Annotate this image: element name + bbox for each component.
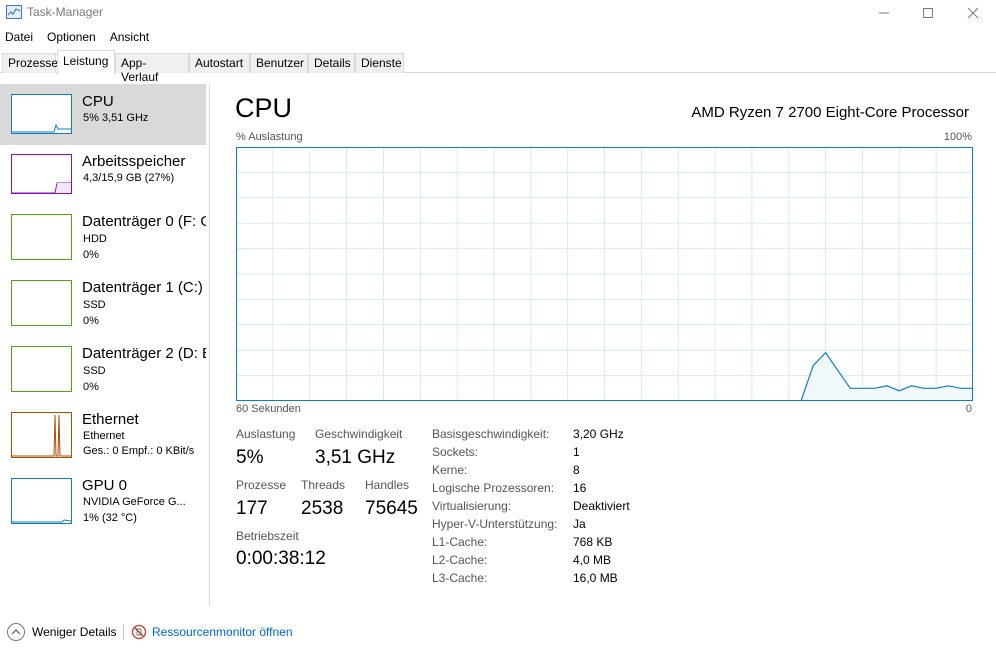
sidebar-item-detail: 5% 3,51 GHz bbox=[83, 112, 149, 124]
processes-label: Prozesse bbox=[236, 478, 287, 492]
spec-label: L2-Cache: bbox=[432, 553, 488, 567]
window-title: Task-Manager bbox=[27, 5, 104, 19]
menu-ansicht[interactable]: Ansicht bbox=[105, 28, 154, 48]
disk-mini-graph bbox=[11, 214, 72, 260]
sidebar-item-title: CPU bbox=[82, 93, 114, 110]
tab-prozesse[interactable]: Prozesse bbox=[2, 53, 58, 73]
spec-value: 1 bbox=[573, 445, 580, 459]
footer: Weniger Details Ressourcenmonitor öffnen bbox=[0, 618, 996, 648]
spec-label: Hyper-V-Unterstützung: bbox=[432, 517, 558, 531]
gpu-mini-graph bbox=[11, 478, 72, 524]
chevron-up-icon bbox=[11, 629, 21, 635]
sidebar-item-title: Ethernet bbox=[82, 411, 139, 428]
sidebar-item-gpu[interactable]: GPU 0 NVIDIA GeForce G... 1% (32 °C) bbox=[0, 472, 206, 533]
spec-value: 16,0 MB bbox=[573, 571, 618, 585]
processor-name: AMD Ryzen 7 2700 Eight-Core Processor bbox=[691, 104, 969, 121]
minimize-icon bbox=[879, 12, 889, 14]
sidebar-item-title: Datenträger 1 (C:) bbox=[82, 279, 203, 296]
sidebar-item-detail: 0% bbox=[83, 315, 99, 327]
tab-bar: Prozesse Leistung App-Verlauf Autostart … bbox=[0, 50, 996, 84]
menu-datei[interactable]: Datei bbox=[0, 28, 38, 48]
sidebar-item-type: Ethernet bbox=[83, 430, 125, 442]
spec-value: Deaktiviert bbox=[573, 499, 630, 513]
axis-label: % Auslastung bbox=[236, 131, 303, 143]
task-manager-icon bbox=[6, 5, 22, 19]
tab-app-verlauf[interactable]: App-Verlauf bbox=[115, 53, 189, 84]
tab-dienste[interactable]: Dienste bbox=[355, 53, 404, 73]
axis-min-label: 0 bbox=[965, 403, 972, 415]
close-button[interactable] bbox=[950, 0, 996, 26]
speed-value: 3,51 GHz bbox=[315, 447, 396, 468]
minimize-button[interactable] bbox=[861, 0, 907, 26]
sidebar-item-title: GPU 0 bbox=[82, 477, 128, 494]
maximize-button[interactable] bbox=[905, 0, 951, 26]
fewer-details-link[interactable]: Weniger Details bbox=[32, 625, 116, 639]
spec-label: L1-Cache: bbox=[432, 535, 488, 549]
processes-value: 177 bbox=[236, 498, 268, 519]
sidebar-item-type: SSD bbox=[83, 299, 106, 311]
cpu-usage-graph bbox=[236, 147, 973, 401]
page-title: CPU bbox=[235, 93, 293, 123]
tab-details[interactable]: Details bbox=[308, 53, 355, 73]
sidebar-item-detail: 0% bbox=[83, 381, 99, 393]
sidebar-item-cpu[interactable]: CPU 5% 3,51 GHz bbox=[0, 84, 206, 145]
menu-optionen[interactable]: Optionen bbox=[42, 28, 101, 48]
sidebar-item-title: Datenträger 2 (D: E bbox=[82, 345, 206, 362]
sidebar-item-disk-2[interactable]: Datenträger 2 (D: E SSD 0% bbox=[0, 340, 206, 401]
threads-label: Threads bbox=[301, 478, 346, 492]
spec-label: Basisgeschwindigkeit: bbox=[432, 427, 550, 441]
sidebar-item-detail: 4,3/15,9 GB (27%) bbox=[83, 172, 175, 184]
spec-value: 16 bbox=[573, 481, 587, 495]
utilization-value: 5% bbox=[236, 447, 264, 468]
resource-sidebar: CPU 5% 3,51 GHz Arbeitsspeicher 4,3/15,9… bbox=[0, 84, 210, 606]
handles-label: Handles bbox=[365, 478, 410, 492]
sidebar-item-memory[interactable]: Arbeitsspeicher 4,3/15,9 GB (27%) bbox=[0, 144, 206, 205]
spec-label: Sockets: bbox=[432, 445, 479, 459]
uptime-value: 0:00:38:12 bbox=[236, 548, 326, 569]
speed-label: Geschwindigkeit bbox=[315, 427, 403, 441]
sidebar-item-disk-1[interactable]: Datenträger 1 (C:) SSD 0% bbox=[0, 274, 206, 335]
sidebar-item-title: Datenträger 0 (F: G bbox=[82, 213, 206, 230]
tab-autostart[interactable]: Autostart bbox=[189, 53, 250, 73]
spec-value: 768 KB bbox=[573, 535, 613, 549]
close-icon bbox=[967, 7, 979, 19]
handles-value: 75645 bbox=[365, 498, 418, 519]
spec-value: Ja bbox=[573, 517, 586, 531]
cpu-mini-graph bbox=[11, 94, 72, 134]
tab-benutzer[interactable]: Benutzer bbox=[250, 53, 308, 73]
footer-divider bbox=[123, 624, 124, 640]
menu-bar: Datei Optionen Ansicht bbox=[0, 28, 158, 48]
sidebar-item-type: SSD bbox=[83, 365, 106, 377]
sidebar-item-type: NVIDIA GeForce G... bbox=[83, 496, 186, 508]
resource-monitor-icon[interactable] bbox=[131, 624, 147, 640]
spec-label: Kerne: bbox=[432, 463, 468, 477]
fewer-details-button[interactable] bbox=[7, 623, 25, 641]
time-span-label: 60 Sekunden bbox=[236, 403, 301, 415]
title-bar: Task-Manager bbox=[0, 0, 996, 26]
spec-label: Virtualisierung: bbox=[432, 499, 512, 513]
sidebar-item-detail: 1% (32 °C) bbox=[83, 512, 137, 524]
disk-mini-graph bbox=[11, 346, 72, 392]
spec-value: 8 bbox=[573, 463, 580, 477]
threads-value: 2538 bbox=[301, 498, 344, 519]
sidebar-item-title: Arbeitsspeicher bbox=[82, 153, 186, 170]
sidebar-item-detail: Ges.: 0 Empf.: 0 KBit/s bbox=[83, 445, 195, 457]
spec-value: 3,20 GHz bbox=[573, 427, 624, 441]
maximize-icon bbox=[923, 8, 933, 18]
memory-mini-graph bbox=[11, 154, 72, 194]
ethernet-mini-graph bbox=[11, 412, 72, 458]
spec-value: 4,0 MB bbox=[573, 553, 612, 567]
resource-monitor-link[interactable]: Ressourcenmonitor öffnen bbox=[152, 625, 293, 639]
uptime-label: Betriebszeit bbox=[236, 529, 299, 543]
spec-label: L3-Cache: bbox=[432, 571, 488, 585]
disk-mini-graph bbox=[11, 280, 72, 326]
sidebar-item-detail: 0% bbox=[83, 249, 99, 261]
spec-label: Logische Prozessoren: bbox=[432, 481, 555, 495]
sidebar-item-ethernet[interactable]: Ethernet Ethernet Ges.: 0 Empf.: 0 KBit/… bbox=[0, 406, 206, 467]
axis-max-label: 100% bbox=[943, 131, 972, 143]
sidebar-item-disk-0[interactable]: Datenträger 0 (F: G HDD 0% bbox=[0, 208, 206, 269]
sidebar-item-type: HDD bbox=[83, 233, 107, 245]
tab-leistung[interactable]: Leistung bbox=[57, 50, 115, 74]
utilization-label: Auslastung bbox=[236, 427, 296, 441]
